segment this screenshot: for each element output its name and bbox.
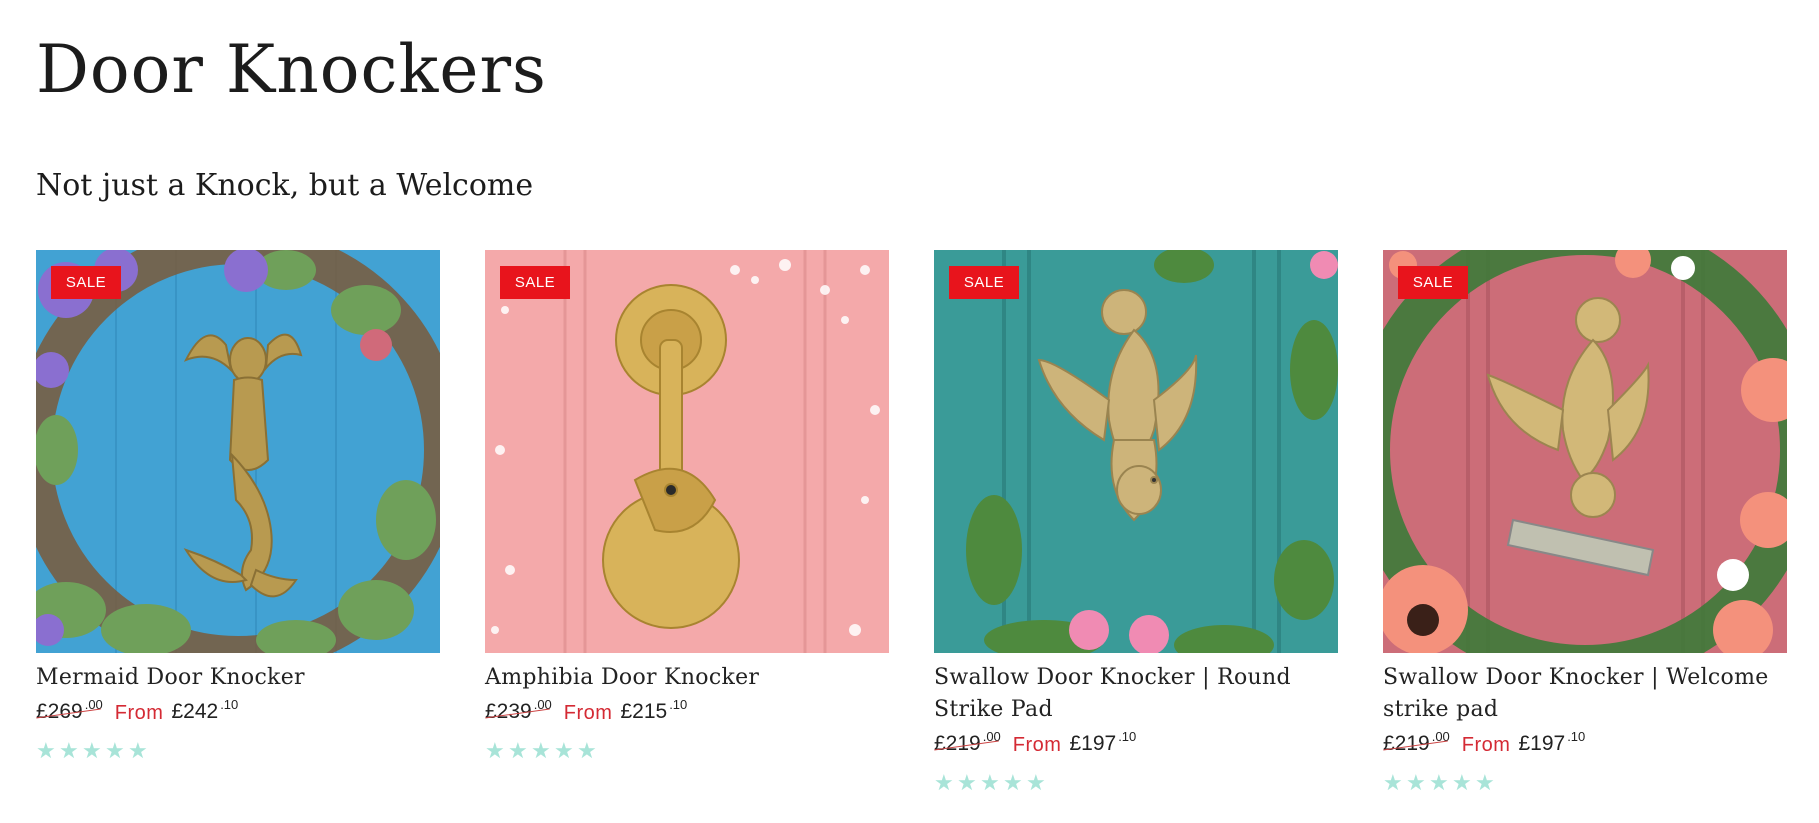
star-icon: ★	[1406, 770, 1426, 795]
product-title[interactable]: Amphibia Door Knocker	[485, 662, 889, 694]
star-icon: ★	[36, 738, 56, 763]
page-subtitle: Not just a Knock, but a Welcome	[36, 168, 534, 203]
sale-price: £197.10	[1069, 729, 1137, 755]
star-rating: ★ ★ ★ ★ ★	[1383, 772, 1787, 794]
star-rating: ★ ★ ★ ★ ★	[36, 740, 440, 762]
product-image-swallow-welcome[interactable]: SALE	[1383, 250, 1787, 653]
product-card[interactable]: SALE Swallow Door Knocker | Round Strike…	[934, 250, 1338, 794]
sale-price: £242.10	[171, 697, 239, 723]
sale-badge: SALE	[51, 266, 121, 299]
original-price: £239.00	[485, 697, 552, 723]
price-row: £219.00 From £197.10	[1383, 729, 1787, 762]
star-icon: ★	[1452, 770, 1472, 795]
sale-badge: SALE	[949, 266, 1019, 299]
sale-badge: SALE	[1398, 266, 1468, 299]
star-rating: ★ ★ ★ ★ ★	[934, 772, 1338, 794]
original-price: £269.00	[36, 697, 103, 723]
product-card[interactable]: SALE Amphibia Door Knocker £239.00 From …	[485, 250, 889, 762]
sale-price: £215.10	[620, 697, 688, 723]
sale-price: £197.10	[1518, 729, 1586, 755]
from-label: From	[114, 702, 164, 724]
star-icon: ★	[1003, 770, 1023, 795]
star-icon: ★	[508, 738, 528, 763]
star-icon: ★	[1475, 770, 1495, 795]
star-icon: ★	[82, 738, 102, 763]
star-icon: ★	[105, 738, 125, 763]
star-icon: ★	[531, 738, 551, 763]
star-icon: ★	[128, 738, 148, 763]
star-icon: ★	[957, 770, 977, 795]
product-title[interactable]: Mermaid Door Knocker	[36, 662, 440, 694]
from-label: From	[1461, 734, 1511, 756]
star-rating: ★ ★ ★ ★ ★	[485, 740, 889, 762]
star-icon: ★	[1429, 770, 1449, 795]
star-icon: ★	[59, 738, 79, 763]
price-row: £269.00 From £242.10	[36, 697, 440, 730]
product-card[interactable]: SALE Swallow Door Knocker | Welcome stri…	[1383, 250, 1787, 794]
product-title[interactable]: Swallow Door Knocker | Round Strike Pad	[934, 662, 1338, 726]
price-row: £219.00 From £197.10	[934, 729, 1338, 762]
product-image-mermaid[interactable]: SALE	[36, 250, 440, 653]
page-title: Door Knockers	[36, 31, 547, 108]
star-icon: ★	[934, 770, 954, 795]
product-image-amphibia[interactable]: SALE	[485, 250, 889, 653]
original-price: £219.00	[934, 729, 1001, 755]
from-label: From	[563, 702, 613, 724]
star-icon: ★	[577, 738, 597, 763]
star-icon: ★	[980, 770, 1000, 795]
product-title[interactable]: Swallow Door Knocker | Welcome strike pa…	[1383, 662, 1787, 726]
star-icon: ★	[554, 738, 574, 763]
from-label: From	[1012, 734, 1062, 756]
price-row: £239.00 From £215.10	[485, 697, 889, 730]
product-image-swallow-round[interactable]: SALE	[934, 250, 1338, 653]
sale-badge: SALE	[500, 266, 570, 299]
star-icon: ★	[1383, 770, 1403, 795]
star-icon: ★	[1026, 770, 1046, 795]
product-card[interactable]: SALE Mermaid Door Knocker £269.00 From £…	[36, 250, 440, 762]
product-grid: SALE Mermaid Door Knocker £269.00 From £…	[36, 250, 1787, 810]
star-icon: ★	[485, 738, 505, 763]
original-price: £219.00	[1383, 729, 1450, 755]
